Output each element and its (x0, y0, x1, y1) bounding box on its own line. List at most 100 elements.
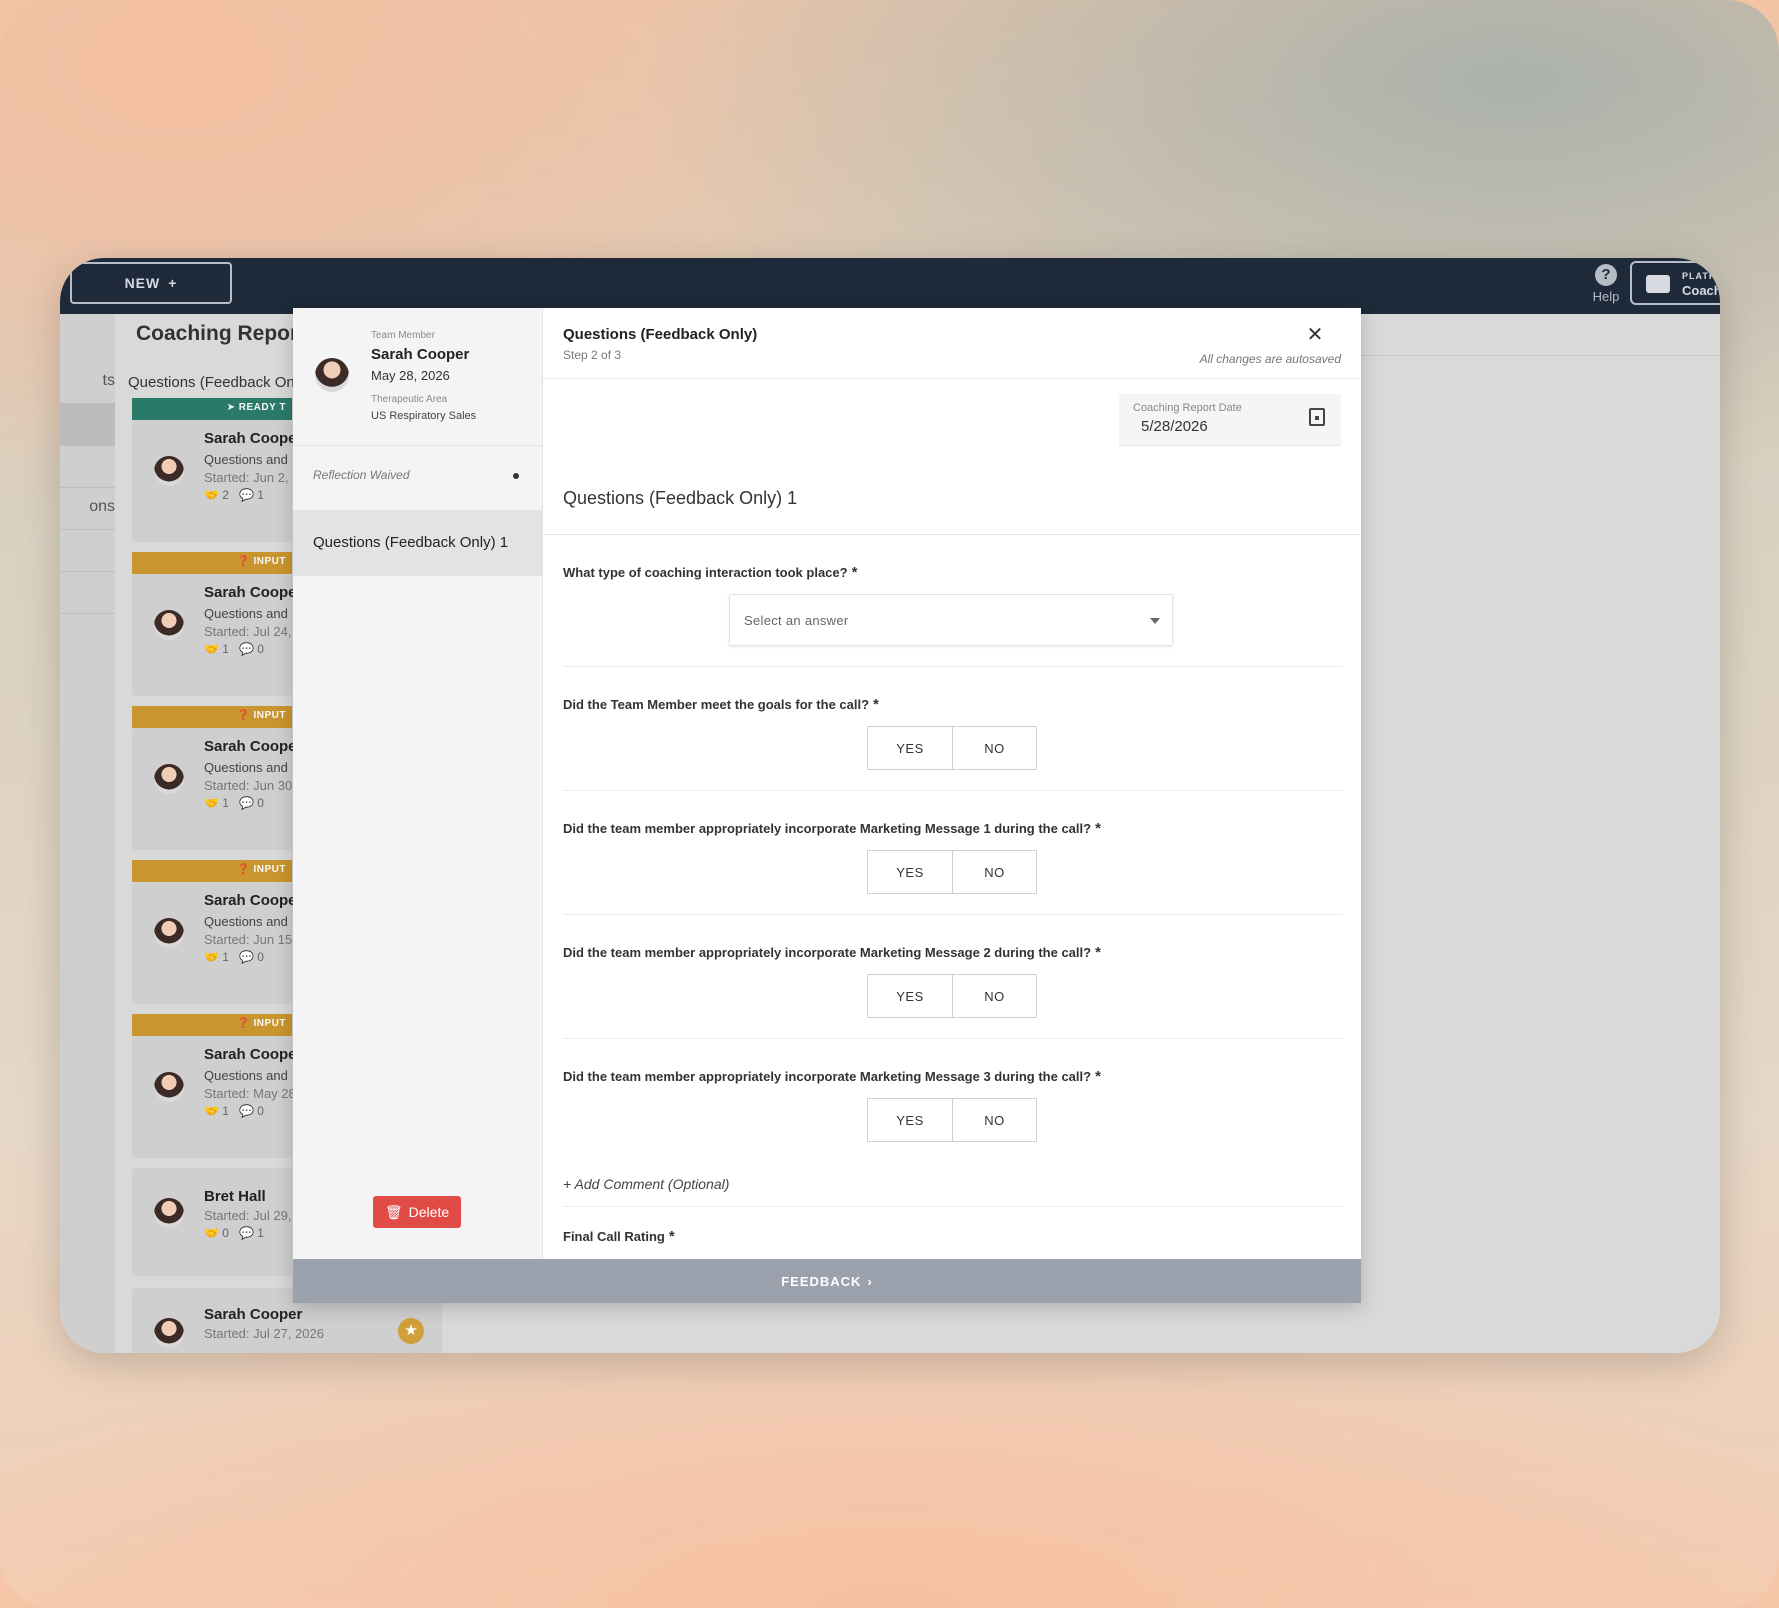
yes-no-toggle: YES NO (867, 726, 1037, 770)
card-started: Started: Jun 30, (204, 778, 296, 793)
card-name: Sarah Cooper (204, 1306, 303, 1323)
new-button-label: NEW (124, 275, 161, 291)
card-name: Sarah Coope (204, 892, 297, 909)
report-card[interactable]: Sarah Coope Questions and Started: Jun 2… (132, 420, 299, 542)
card-subtitle: Questions and (204, 914, 288, 929)
list-subtitle: Questions (Feedback On (128, 374, 295, 391)
team-member-panel: Team Member Sarah Cooper May 28, 2026 Th… (293, 308, 543, 446)
nav-item-blank[interactable] (60, 446, 115, 488)
nav-item-label: ts (102, 372, 115, 389)
page-title: Coaching Report (136, 322, 306, 345)
help-label: Help (1592, 289, 1620, 304)
card-name: Sarah Coope (204, 430, 297, 447)
chevron-down-icon (1150, 618, 1160, 624)
yes-no-toggle: YES NO (867, 1098, 1037, 1142)
interaction-type-select[interactable]: Select an answer (729, 594, 1173, 646)
card-stats: 🤝 1 💬 0 (204, 1104, 264, 1118)
divider (563, 666, 1343, 667)
yes-button[interactable]: YES (868, 1099, 952, 1141)
divider (543, 534, 1361, 535)
report-card[interactable]: Sarah Coope Questions and Started: Jun 3… (132, 728, 297, 850)
handshake-icon: 🤝 (204, 950, 219, 964)
plus-icon: + (168, 275, 178, 291)
close-icon[interactable]: ✕ (1305, 322, 1325, 347)
yes-button[interactable]: YES (868, 851, 952, 893)
team-member-date: May 28, 2026 (371, 368, 450, 383)
step-reflection-label: Reflection Waived (313, 468, 410, 482)
comment-icon: 💬 (239, 642, 254, 656)
step-questions-current[interactable]: Questions (Feedback Only) 1 (293, 510, 543, 576)
comment-icon: 💬 (239, 1226, 254, 1240)
question-label: Did the Team Member meet the goals for t… (563, 696, 879, 713)
card-subtitle: Questions and (204, 760, 288, 775)
comment-icon: 💬 (239, 488, 254, 502)
report-card[interactable]: Sarah Coope Questions and Started: Jun 1… (132, 882, 297, 1004)
nav-item-blank[interactable] (60, 572, 115, 614)
yes-button[interactable]: YES (868, 975, 952, 1017)
team-member-name: Sarah Cooper (371, 346, 470, 363)
no-button[interactable]: NO (952, 727, 1036, 769)
platform-name: Coach (1682, 283, 1720, 298)
help-button[interactable]: ? Help (1586, 264, 1626, 304)
step-reflection[interactable]: Reflection Waived (293, 446, 543, 510)
final-call-rating-label: Final Call Rating * (563, 1228, 675, 1245)
feedback-label: FEEDBACK (781, 1273, 862, 1289)
card-subtitle: Questions and (204, 606, 288, 621)
nav-item-reports[interactable]: ts (60, 362, 115, 404)
report-card[interactable]: Bret Hall Started: Jul 29, . 🤝 0 💬 1 (132, 1168, 299, 1276)
card-started: Started: Jun 15, (204, 932, 296, 947)
avatar (154, 610, 184, 640)
yes-button[interactable]: YES (868, 727, 952, 769)
delete-label: Delete (408, 1204, 450, 1220)
modal-sidebar: Team Member Sarah Cooper May 28, 2026 Th… (293, 308, 543, 1259)
card-started: Started: May 28 (204, 1086, 296, 1101)
add-comment-link[interactable]: + Add Comment (Optional) (563, 1176, 729, 1192)
avatar (154, 918, 184, 948)
top-bar: NEW + ? Help PLATFO Coach (60, 258, 1720, 314)
nav-item-sessions[interactable]: ons (60, 488, 115, 530)
section-title: Questions (Feedback Only) 1 (563, 488, 798, 508)
briefcase-icon (1646, 275, 1670, 293)
date-field-value: 5/28/2026 (1141, 418, 1208, 435)
card-stats: 🤝 1 💬 0 (204, 642, 264, 656)
calendar-icon[interactable] (1309, 408, 1325, 426)
feedback-next-button[interactable]: FEEDBACK › (293, 1259, 1361, 1303)
yes-no-toggle: YES NO (867, 974, 1037, 1018)
card-name: Bret Hall (204, 1188, 266, 1205)
step-indicator: Step 2 of 3 (563, 348, 622, 362)
therapeutic-area-value: US Respiratory Sales (371, 410, 477, 422)
status-badge: ❓ INPUT (132, 552, 292, 574)
send-icon: ➤ (226, 402, 239, 413)
no-button[interactable]: NO (952, 851, 1036, 893)
card-name: Sarah Coope (204, 1046, 297, 1063)
new-button[interactable]: NEW + (70, 262, 232, 304)
divider (563, 1038, 1343, 1039)
no-button[interactable]: NO (952, 1099, 1036, 1141)
question-icon: ❓ (237, 1018, 254, 1029)
avatar (154, 1198, 184, 1228)
question-icon: ❓ (237, 556, 254, 567)
select-placeholder: Select an answer (744, 613, 849, 628)
divider (563, 914, 1343, 915)
card-subtitle: Questions and (204, 1068, 288, 1083)
report-card[interactable]: Sarah Coope Questions and Started: May 2… (132, 1036, 297, 1158)
no-button[interactable]: NO (952, 975, 1036, 1017)
nav-item-selected[interactable] (60, 404, 115, 446)
date-field-label: Coaching Report Date (1133, 402, 1242, 414)
handshake-icon: 🤝 (204, 1104, 219, 1118)
delete-button[interactable]: 🗑 Delete (373, 1196, 461, 1228)
help-icon: ? (1595, 264, 1617, 286)
card-started: Started: Jun 2, 2 (204, 470, 300, 485)
report-card[interactable]: Sarah Coope Questions and Started: Jul 2… (132, 574, 297, 696)
star-icon[interactable]: ★ (398, 1318, 424, 1344)
handshake-icon: 🤝 (204, 488, 219, 502)
handshake-icon: 🤝 (204, 642, 219, 656)
avatar (154, 764, 184, 794)
divider (543, 378, 1361, 379)
status-badge: ❓ INPUT (132, 706, 292, 728)
nav-item-blank[interactable] (60, 530, 115, 572)
platform-switcher[interactable]: PLATFO Coach (1630, 261, 1720, 305)
coaching-report-date-field[interactable]: Coaching Report Date 5/28/2026 (1119, 394, 1341, 446)
avatar (154, 1318, 184, 1348)
question-label: Did the team member appropriately incorp… (563, 820, 1101, 837)
